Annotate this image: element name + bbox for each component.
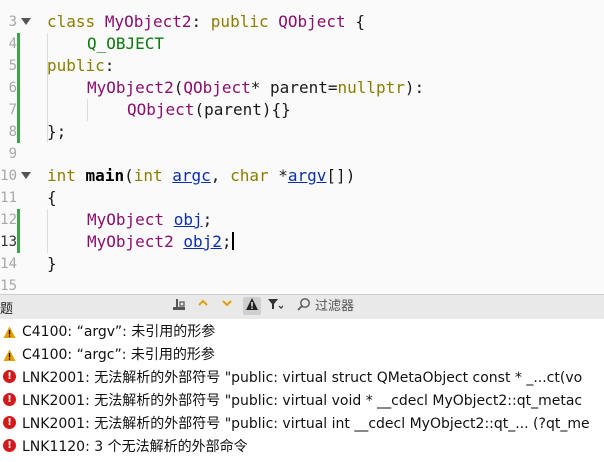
fold-arrow-icon[interactable] <box>21 18 31 25</box>
code-text: MyObject obj; <box>87 210 213 229</box>
code-line[interactable]: 14 } <box>0 253 604 275</box>
issue-text: LNK2001: 无法解析的外部符号 "public: virtual void… <box>22 393 583 409</box>
panel-title: 题 <box>0 302 14 317</box>
code-line[interactable]: 7 QObject(parent){} <box>0 99 604 121</box>
line-number: 15 <box>0 278 17 294</box>
code-line[interactable]: 3 class MyObject2: public QObject { <box>0 11 604 33</box>
code-text: MyObject2 obj2; <box>87 232 234 251</box>
issues-list: C4100: “argv”: 未引用的形参 C4100: “argc”: 未引用… <box>0 319 604 462</box>
text-cursor <box>231 232 234 250</box>
filter-icon[interactable] <box>266 297 284 315</box>
issues-toolbar: 题 <box>0 294 604 320</box>
code-text: { <box>47 188 57 207</box>
warning-filter-icon[interactable] <box>243 297 261 315</box>
indent-guide <box>47 33 48 143</box>
change-marker <box>17 55 20 77</box>
code-line[interactable]: 5 public: <box>0 55 604 77</box>
chevron-up-icon[interactable] <box>194 297 212 315</box>
issue-text: C4100: “argv”: 未引用的形参 <box>22 324 216 340</box>
code-line-current[interactable]: 13 MyObject2 obj2; <box>0 231 604 253</box>
filter-search[interactable] <box>297 297 602 316</box>
code-text: public: <box>47 56 115 75</box>
line-number: 9 <box>8 146 17 162</box>
code-text: class MyObject2: public QObject { <box>47 12 365 31</box>
change-marker <box>17 209 20 231</box>
line-number: 12 <box>0 212 17 228</box>
issue-row-error[interactable]: ! LNK2001: 无法解析的外部符号 "public: virtual vo… <box>0 388 604 411</box>
line-number: 13 <box>0 234 17 250</box>
line-number: 5 <box>8 58 17 74</box>
error-icon: ! <box>3 393 16 406</box>
issue-text: LNK1120: 3 个无法解析的外部命令 <box>22 439 248 455</box>
code-text: Q_OBJECT <box>87 34 165 53</box>
code-text: } <box>47 254 57 273</box>
change-marker <box>17 99 20 121</box>
code-line[interactable]: 6 MyObject2(QObject* parent=nullptr): <box>0 77 604 99</box>
code-text: }; <box>47 122 67 141</box>
line-number: 7 <box>8 102 17 118</box>
code-text: QObject(parent){} <box>127 100 291 119</box>
code-line[interactable]: 4 Q_OBJECT <box>0 33 604 55</box>
issue-text: LNK2001: 无法解析的外部符号 "public: virtual int … <box>22 416 590 432</box>
chevron-down-icon[interactable] <box>218 297 236 315</box>
code-line[interactable]: 15 <box>0 275 604 294</box>
line-number: 3 <box>8 14 17 30</box>
code-line[interactable]: 10 int main(int argc, char *argv[]) <box>0 165 604 187</box>
change-marker <box>17 121 20 143</box>
change-marker <box>17 231 20 253</box>
issue-row-warning[interactable]: C4100: “argv”: 未引用的形参 <box>0 319 604 342</box>
warning-icon <box>3 324 16 338</box>
code-line[interactable]: 9 <box>0 143 604 165</box>
change-marker <box>17 33 20 55</box>
indent-guide <box>47 209 48 253</box>
issue-row-error[interactable]: ! LNK1120: 3 个无法解析的外部命令 <box>0 434 604 457</box>
issue-text: C4100: “argc”: 未引用的形参 <box>22 347 215 363</box>
filter-input[interactable] <box>315 297 595 316</box>
line-number: 4 <box>8 36 17 52</box>
error-icon: ! <box>3 416 16 429</box>
warning-icon <box>3 347 16 361</box>
error-icon: ! <box>3 439 16 452</box>
build-filter-icon[interactable] <box>170 297 188 315</box>
issue-row-warning[interactable]: C4100: “argc”: 未引用的形参 <box>0 342 604 365</box>
code-line[interactable]: 12 MyObject obj; <box>0 209 604 231</box>
code-editor[interactable]: 3 class MyObject2: public QObject { 4 Q_… <box>0 0 604 294</box>
code-line[interactable]: 11 { <box>0 187 604 209</box>
indent-guide <box>87 99 88 121</box>
error-icon: ! <box>3 370 16 383</box>
code-text: MyObject2(QObject* parent=nullptr): <box>87 78 425 97</box>
issue-row-error[interactable]: ! LNK2001: 无法解析的外部符号 "public: virtual st… <box>0 365 604 388</box>
line-number: 11 <box>0 190 17 206</box>
search-icon <box>297 297 311 315</box>
line-number: 8 <box>8 124 17 140</box>
fold-arrow-icon[interactable] <box>21 172 31 179</box>
code-text: int main(int argc, char *argv[]) <box>47 166 356 185</box>
issue-text: LNK2001: 无法解析的外部符号 "public: virtual stru… <box>22 370 583 386</box>
line-number: 6 <box>8 80 17 96</box>
code-line[interactable]: 8 }; <box>0 121 604 143</box>
change-marker <box>17 77 20 99</box>
line-number: 14 <box>0 256 17 272</box>
issue-row-error[interactable]: ! LNK2001: 无法解析的外部符号 "public: virtual in… <box>0 411 604 434</box>
line-number: 10 <box>0 168 17 184</box>
